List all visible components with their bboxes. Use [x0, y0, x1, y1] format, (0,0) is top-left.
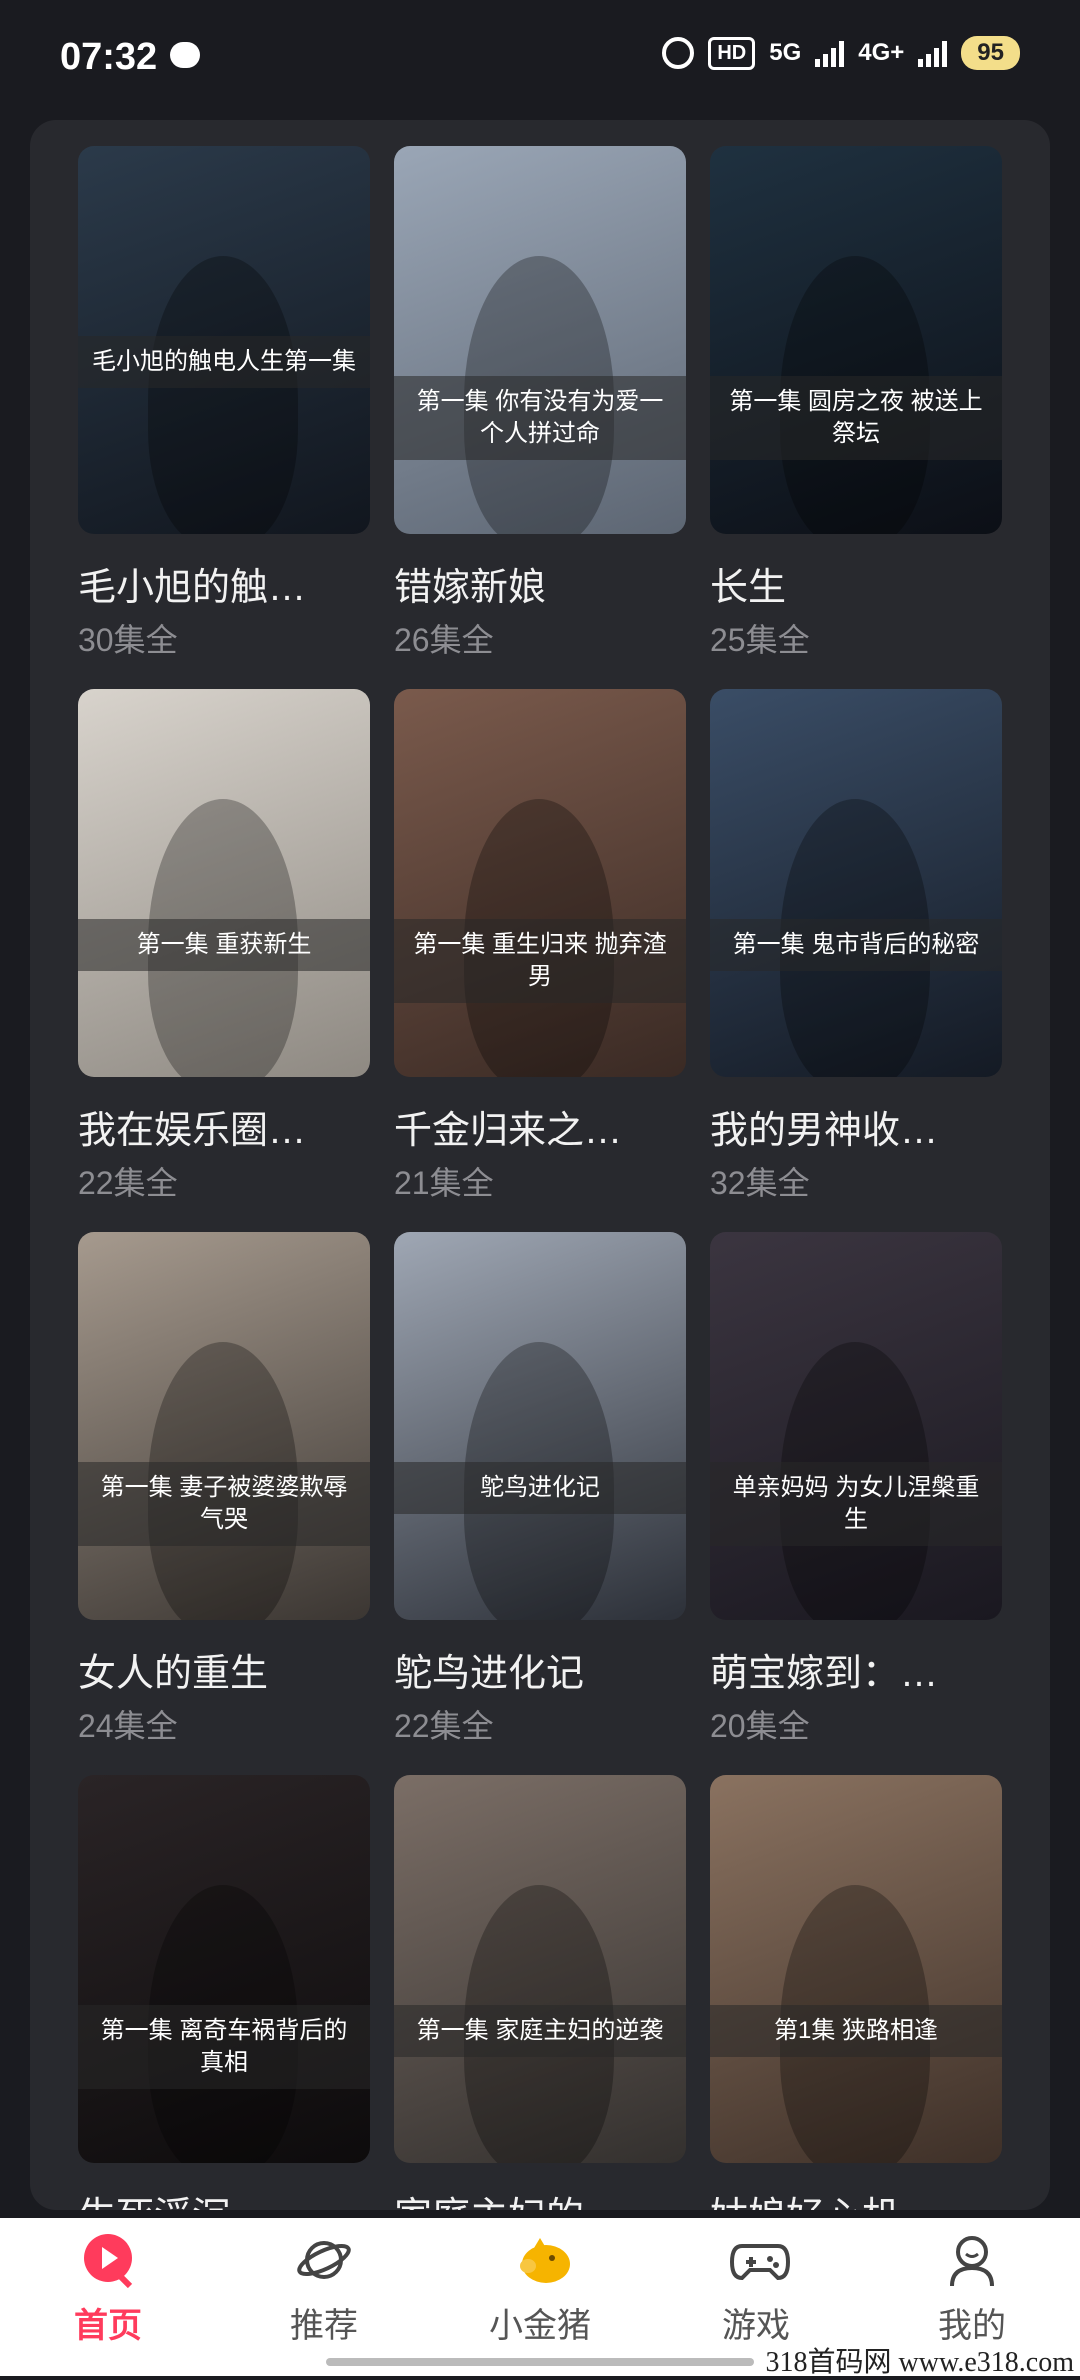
drama-title[interactable]: 毛小旭的触…	[78, 556, 370, 611]
nav-home-label: 首页	[74, 2307, 142, 2345]
drama-title[interactable]: 错嫁新娘	[394, 556, 686, 611]
signal-4g-icon	[918, 39, 948, 67]
cover-caption: 毛小旭的触电人生第一集	[78, 336, 370, 388]
drama-card[interactable]: 第一集 圆房之夜 被送上祭坛长生 25集全	[710, 146, 1002, 689]
cover-caption: 第一集 家庭主妇的逆袭	[394, 2005, 686, 2057]
nav-profile[interactable]: 我的	[882, 2232, 1062, 2347]
drama-card[interactable]: 第一集 你有没有为爱一个人拼过命错嫁新娘 26集全	[394, 146, 686, 689]
cover-caption: 鸵鸟进化记	[394, 1462, 686, 1514]
cover-caption: 第一集 离奇车祸背后的真相	[78, 2005, 370, 2089]
episode-count: 22集全	[394, 1708, 494, 1744]
drama-card[interactable]: 第一集 家庭主妇的逆袭家庭主妇的…	[394, 1775, 686, 2210]
gamepad-icon	[728, 2232, 791, 2288]
hd-icon: HD	[708, 36, 756, 70]
nav-golden-pig-label: 小金猪	[489, 2307, 591, 2345]
drama-title[interactable]: 千金归来之…	[394, 1099, 686, 1154]
drama-cover-image[interactable]: 第一集 圆房之夜 被送上祭坛	[710, 146, 1002, 534]
nav-games[interactable]: 游戏	[666, 2232, 846, 2347]
drama-card[interactable]: 第一集 重获新生 我在娱乐圈… 22集全	[78, 689, 370, 1232]
cover-caption: 第一集 鬼市背后的秘密	[710, 919, 1002, 971]
drama-cover-image[interactable]: 第一集 重生归来 抛弃渣男	[394, 689, 686, 1077]
drama-cover-image[interactable]: 第一集 你有没有为爱一个人拼过命	[394, 146, 686, 534]
drama-cover-image[interactable]: 第一集 鬼市背后的秘密	[710, 689, 1002, 1077]
message-icon	[170, 42, 200, 68]
watermark: 318首码网 www.e318.com	[765, 2347, 1074, 2378]
drama-title[interactable]: 我在娱乐圈…	[78, 1099, 370, 1154]
4g-label: 4G+	[858, 39, 905, 66]
golden-pig-icon	[512, 2232, 570, 2288]
drama-title[interactable]: 鸵鸟进化记	[394, 1642, 686, 1697]
cover-caption: 第一集 重获新生	[78, 919, 370, 971]
home-indicator[interactable]	[326, 2358, 754, 2366]
episode-count: 25集全	[710, 622, 810, 658]
episode-count: 30集全	[78, 622, 178, 658]
cover-caption: 第一集 你有没有为爱一个人拼过命	[394, 376, 686, 460]
drama-cover-image[interactable]: 第一集 家庭主妇的逆袭	[394, 1775, 686, 2163]
profile-icon	[944, 2232, 1000, 2288]
drama-cover-image[interactable]: 单亲妈妈 为女儿涅槃重生	[710, 1232, 1002, 1620]
drama-card[interactable]: 第1集 狭路相逢姑娘好心机	[710, 1775, 1002, 2210]
5g-label: 5G	[769, 39, 802, 66]
cover-caption: 第一集 妻子被婆婆欺辱气哭	[78, 1462, 370, 1546]
status-icons: HD 5G 4G+ 95	[662, 36, 1020, 70]
drama-list-panel[interactable]: 毛小旭的触电人生第一集 毛小旭的触… 30集全 第一集 你有没有为爱一个人拼过命错嫁新…	[30, 120, 1050, 2210]
drama-cover-image[interactable]: 毛小旭的触电人生第一集	[78, 146, 370, 534]
drama-card[interactable]: 第一集 重生归来 抛弃渣男千金归来之… 21集全	[394, 689, 686, 1232]
drama-card[interactable]: 第一集 鬼市背后的秘密 我的男神收… 32集全	[710, 689, 1002, 1232]
drama-card[interactable]: 毛小旭的触电人生第一集 毛小旭的触… 30集全	[78, 146, 370, 689]
drama-title[interactable]: 长生	[710, 556, 1002, 611]
cover-caption: 第1集 狭路相逢	[710, 2005, 1002, 2057]
nav-recommend[interactable]: 推荐	[234, 2232, 414, 2347]
nav-golden-pig[interactable]: 小金猪	[450, 2232, 630, 2347]
drama-title[interactable]: 萌宝嫁到：…	[710, 1642, 1002, 1697]
episode-count: 26集全	[394, 622, 494, 658]
drama-card[interactable]: 第一集 妻子被婆婆欺辱气哭女人的重生 24集全	[78, 1232, 370, 1775]
drama-cover-image[interactable]: 第一集 离奇车祸背后的真相	[78, 1775, 370, 2163]
drama-card[interactable]: 第一集 离奇车祸背后的真相生死浮沉	[78, 1775, 370, 2210]
cover-caption: 第一集 圆房之夜 被送上祭坛	[710, 376, 1002, 460]
drama-title[interactable]: 生死浮沉	[78, 2185, 370, 2210]
drama-grid: 毛小旭的触电人生第一集 毛小旭的触… 30集全 第一集 你有没有为爱一个人拼过命错嫁新…	[78, 146, 1008, 2210]
play-circle-icon	[80, 2232, 136, 2289]
drama-card[interactable]: 鸵鸟进化记 鸵鸟进化记 22集全	[394, 1232, 686, 1775]
drama-cover-image[interactable]: 鸵鸟进化记	[394, 1232, 686, 1620]
drama-title[interactable]: 家庭主妇的…	[394, 2185, 686, 2210]
episode-count: 21集全	[394, 1165, 494, 1201]
drama-title[interactable]: 姑娘好心机	[710, 2185, 1002, 2210]
drama-cover-image[interactable]: 第一集 妻子被婆婆欺辱气哭	[78, 1232, 370, 1620]
status-time: 07:32	[60, 36, 158, 78]
drama-cover-image[interactable]: 第1集 狭路相逢	[710, 1775, 1002, 2163]
planet-icon	[296, 2232, 352, 2288]
alarm-icon	[662, 37, 695, 69]
episode-count: 22集全	[78, 1165, 178, 1201]
cover-figure	[148, 256, 298, 534]
nav-home[interactable]: 首页	[18, 2232, 198, 2347]
episode-count: 24集全	[78, 1708, 178, 1744]
nav-recommend-label: 推荐	[290, 2307, 358, 2345]
status-bar: 07:32 HD 5G 4G+ 95	[0, 0, 1080, 120]
drama-card[interactable]: 单亲妈妈 为女儿涅槃重生萌宝嫁到：… 20集全	[710, 1232, 1002, 1775]
drama-cover-image[interactable]: 第一集 重获新生	[78, 689, 370, 1077]
battery-icon: 95	[961, 36, 1020, 70]
signal-5g-icon	[815, 39, 845, 67]
cover-caption: 单亲妈妈 为女儿涅槃重生	[710, 1462, 1002, 1546]
drama-title[interactable]: 我的男神收…	[710, 1099, 1002, 1154]
drama-title[interactable]: 女人的重生	[78, 1642, 370, 1697]
episode-count: 20集全	[710, 1708, 810, 1744]
cover-caption: 第一集 重生归来 抛弃渣男	[394, 919, 686, 1003]
episode-count: 32集全	[710, 1165, 810, 1201]
